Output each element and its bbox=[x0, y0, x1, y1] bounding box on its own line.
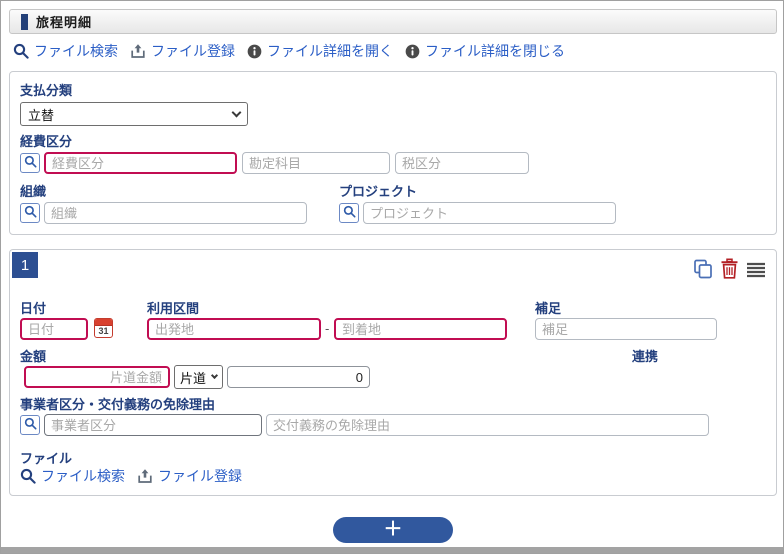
route-label: 利用区間 bbox=[147, 301, 200, 316]
tax-class-input[interactable] bbox=[395, 152, 529, 174]
calendar-day-text: 31 bbox=[98, 326, 109, 336]
file-search-link[interactable]: ファイル検索 bbox=[13, 41, 118, 61]
search-icon bbox=[13, 43, 29, 59]
summary-fieldset: 支払分類 立替 経費区分 組織 プロジェクト bbox=[9, 71, 777, 235]
project-label: プロジェクト bbox=[339, 184, 418, 199]
departure-input[interactable] bbox=[147, 318, 321, 340]
file-detail-open-label: ファイル詳細を開く bbox=[267, 43, 393, 59]
calendar-icon-header bbox=[95, 319, 112, 326]
note-input[interactable] bbox=[535, 318, 717, 340]
item-file-toolbar: ファイル検索 ファイル登録 bbox=[20, 466, 242, 486]
item-file-register-link[interactable]: ファイル登録 bbox=[137, 466, 242, 486]
item-number-badge: 1 bbox=[12, 252, 38, 278]
file-search-label: ファイル検索 bbox=[34, 43, 118, 59]
project-lookup-button[interactable] bbox=[339, 203, 359, 223]
info-icon bbox=[405, 44, 420, 59]
account-title-input[interactable] bbox=[242, 152, 390, 174]
upload-icon bbox=[130, 43, 146, 59]
title-accent-bar bbox=[21, 14, 28, 30]
bottom-divider bbox=[1, 547, 783, 553]
trash-icon bbox=[720, 258, 739, 282]
amount-total-input[interactable] bbox=[227, 366, 370, 388]
business-category-lookup-button[interactable] bbox=[20, 415, 40, 435]
item-file-search-link[interactable]: ファイル検索 bbox=[20, 466, 125, 486]
project-input[interactable] bbox=[363, 202, 616, 224]
drag-handle[interactable] bbox=[746, 262, 766, 281]
file-detail-close-link[interactable]: ファイル詳細を閉じる bbox=[405, 41, 565, 61]
business-category-input[interactable] bbox=[44, 414, 262, 436]
trip-type-select[interactable]: 片道 bbox=[174, 365, 223, 389]
payment-class-value: 立替 bbox=[28, 107, 55, 123]
delete-row-button[interactable] bbox=[720, 258, 739, 282]
route-separator: - bbox=[325, 321, 330, 336]
organization-input[interactable] bbox=[44, 202, 307, 224]
section-title-bar: 旅程明細 bbox=[9, 9, 777, 34]
business-category-label: 事業者区分・交付義務の免除理由 bbox=[20, 397, 216, 412]
payment-class-select[interactable]: 立替 bbox=[20, 102, 248, 126]
expense-category-lookup-button[interactable] bbox=[20, 153, 40, 173]
oneway-amount-input[interactable] bbox=[24, 366, 170, 388]
expense-category-label: 経費区分 bbox=[20, 134, 73, 149]
arrival-input[interactable] bbox=[334, 318, 507, 340]
add-row-button[interactable]: ＋ bbox=[333, 517, 453, 543]
itinerary-detail-panel: 旅程明細 ファイル検索 ファイル登録 ファイル詳細を開く ファイル詳細を閉じる bbox=[0, 0, 784, 554]
upload-icon bbox=[137, 468, 153, 484]
organization-lookup-button[interactable] bbox=[20, 203, 40, 223]
amount-label: 金額 bbox=[20, 349, 47, 364]
exemption-reason-input[interactable] bbox=[266, 414, 709, 436]
search-icon bbox=[24, 417, 37, 433]
organization-label: 組織 bbox=[20, 184, 47, 199]
note-label: 補足 bbox=[535, 301, 562, 316]
file-register-label: ファイル登録 bbox=[151, 43, 235, 59]
chevron-down-icon bbox=[210, 371, 219, 379]
file-detail-open-link[interactable]: ファイル詳細を開く bbox=[247, 41, 393, 61]
link-label: 連携 bbox=[632, 349, 659, 364]
file-toolbar: ファイル検索 ファイル登録 ファイル詳細を開く ファイル詳細を閉じる bbox=[13, 41, 565, 61]
search-icon bbox=[20, 468, 36, 484]
copy-row-button[interactable] bbox=[692, 258, 714, 283]
item-file-search-label: ファイル検索 bbox=[41, 468, 125, 484]
file-label: ファイル bbox=[20, 451, 73, 466]
trip-type-value: 片道 bbox=[180, 370, 207, 386]
copy-icon bbox=[692, 258, 714, 283]
chevron-down-icon bbox=[231, 107, 242, 117]
itinerary-item-card: 1 日付 利用区間 補足 31 - 金額 連携 bbox=[9, 249, 777, 496]
file-register-link[interactable]: ファイル登録 bbox=[130, 41, 235, 61]
search-icon bbox=[24, 155, 37, 171]
payment-class-label: 支払分類 bbox=[20, 83, 73, 98]
search-icon bbox=[343, 205, 356, 221]
search-icon bbox=[24, 205, 37, 221]
calendar-icon[interactable]: 31 bbox=[94, 318, 113, 338]
item-file-register-label: ファイル登録 bbox=[158, 468, 242, 484]
file-detail-close-label: ファイル詳細を閉じる bbox=[425, 43, 565, 59]
expense-category-input[interactable] bbox=[44, 152, 237, 174]
drag-handle-icon bbox=[746, 262, 766, 281]
info-icon bbox=[247, 44, 262, 59]
page-title: 旅程明細 bbox=[36, 15, 93, 30]
date-label: 日付 bbox=[20, 301, 47, 316]
date-input[interactable] bbox=[20, 318, 88, 340]
